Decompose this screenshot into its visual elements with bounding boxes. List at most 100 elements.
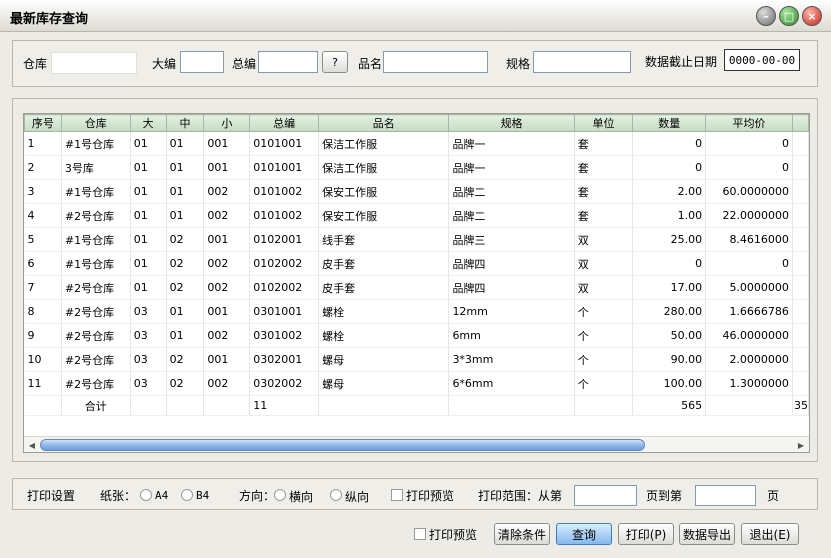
arrow-left-icon[interactable]: ◀ (26, 439, 38, 451)
table-row[interactable]: 9 #2号仓库 03 01 002 0301002 螺栓 6mm 个 50.00 46.000000… (24, 323, 809, 348)
name-label: 品名 (358, 57, 383, 71)
table-cell: 0 (705, 155, 793, 180)
table-cell: 双 (574, 251, 634, 276)
major-code-input[interactable] (180, 51, 224, 73)
table-cell: 0301001 (249, 299, 320, 324)
table-cell: 01 (130, 203, 167, 228)
table-cell-extra (792, 323, 809, 348)
col-header-name[interactable]: 品名 (318, 114, 450, 132)
table-cell: 03 (130, 371, 167, 396)
table-cell: 02 (166, 251, 205, 276)
table-cell: 11 (24, 371, 62, 396)
table-row[interactable]: 4 #2号仓库 01 01 002 0101002 保安工作服 品牌二套 1.00 22.0000… (24, 203, 809, 228)
table-cell: 001 (203, 299, 251, 324)
table-cell: 1 (24, 131, 62, 156)
paper-label: 纸张： (100, 489, 137, 503)
col-header-unit[interactable]: 单位 (573, 114, 634, 132)
table-cell-extra (792, 227, 809, 252)
table-cell: 2.0000000 (705, 347, 793, 372)
code-input[interactable] (258, 51, 318, 73)
total-cell-empty (130, 395, 167, 416)
col-header-avg-price[interactable]: 平均价 (705, 114, 793, 132)
table-cell: 60.0000000 (705, 179, 793, 204)
table-cell: 01 (130, 251, 167, 276)
table-cell: 螺栓 (318, 299, 450, 324)
table-row[interactable]: 10 #2号仓库 03 02 001 0302001 螺母 3*3mm 个 90.00 2.0000… (24, 347, 809, 372)
paper-b4-radio[interactable] (181, 489, 193, 501)
col-header-quantity[interactable]: 数量 (632, 114, 707, 132)
table-row[interactable]: 1 #1号仓库 01 01 001 0101001 保洁工作服 品牌一套 0 0 (24, 131, 809, 156)
portrait-radio[interactable] (330, 489, 342, 501)
code-lookup-button[interactable]: ? (322, 51, 348, 73)
warehouse-input[interactable] (51, 52, 137, 74)
table-cell-extra (792, 179, 809, 204)
table-cell-extra (792, 371, 809, 396)
col-header-warehouse[interactable]: 仓库 (60, 114, 131, 132)
total-cell-empty (705, 395, 793, 416)
table-cell: 套 (574, 179, 634, 204)
table-cell: 90.00 (632, 347, 707, 372)
col-header-spec[interactable]: 规格 (448, 114, 575, 132)
name-input[interactable] (383, 51, 488, 73)
table-row[interactable]: 7 #2号仓库 01 02 002 0102002 皮手套 品牌四双 17.00 5.000000… (24, 275, 809, 300)
clear-button[interactable]: 清除条件 (494, 523, 550, 545)
maximize-icon[interactable]: □ (779, 6, 799, 26)
arrow-right-icon[interactable]: ▶ (795, 439, 807, 451)
table-cell: 0 (632, 155, 707, 180)
paper-a4-radio[interactable] (140, 489, 152, 501)
table-row[interactable]: 3 #1号仓库 01 01 002 0101002 保安工作服 品牌二套 2.00 60.0000… (24, 179, 809, 204)
total-cell: 11 (249, 395, 320, 416)
close-icon[interactable]: × (802, 6, 822, 26)
exit-button[interactable]: 退出(E) (741, 523, 799, 545)
range-to-input[interactable] (695, 485, 756, 506)
table-cell-extra (792, 155, 809, 180)
table-cell: 280.00 (632, 299, 707, 324)
table-cell-extra (792, 275, 809, 300)
table-cell: 01 (166, 299, 205, 324)
landscape-radio[interactable] (274, 489, 286, 501)
title-bar: 最新库存查询 – □ × (0, 0, 831, 32)
table-cell: 01 (166, 131, 205, 156)
table-cell: 保安工作服 (318, 179, 450, 204)
table-cell: 品牌一 (448, 131, 575, 156)
export-button[interactable]: 数据导出 (679, 523, 735, 545)
table-cell: 002 (203, 275, 251, 300)
table-row[interactable]: 11 #2号仓库 03 02 002 0302002 螺母 6*6mm 个 100.00 1.300… (24, 371, 809, 396)
table-cell: 25.00 (632, 227, 707, 252)
horizontal-scrollbar[interactable]: ◀ ▶ (24, 436, 809, 452)
table-cell-extra (792, 347, 809, 372)
print-button[interactable]: 打印(P) (618, 523, 674, 545)
date-input[interactable]: 0000-00-00 (724, 49, 800, 71)
query-button[interactable]: 查询 (556, 523, 612, 545)
col-header-index[interactable]: 序号 (24, 114, 62, 132)
table-cell-extra (792, 131, 809, 156)
table-cell: 2 (24, 155, 62, 180)
table-row[interactable]: 2 3号库 01 01 001 0101001 保洁工作服 品牌一套 0 0 (24, 155, 809, 180)
table-row[interactable]: 5 #1号仓库 01 02 001 0102001 线手套 品牌三双 25.00 8.461600… (24, 227, 809, 252)
print-preview-checkbox[interactable] (391, 489, 403, 501)
col-header-code[interactable]: 总编 (249, 114, 320, 132)
table-cell: 01 (130, 227, 167, 252)
action-preview-checkbox[interactable] (414, 528, 426, 540)
results-panel: 序号 仓库 大 中 小 总编 品名 规格 单位 数量 平均价 1 #1号仓库 01 0… (12, 98, 818, 462)
code-label: 总编 (232, 57, 257, 71)
portrait-label: 纵向 (345, 490, 370, 504)
table-cell: 002 (203, 323, 251, 348)
minimize-icon[interactable]: – (756, 6, 776, 26)
table-cell: 9 (24, 323, 62, 348)
inventory-table: 序号 仓库 大 中 小 总编 品名 规格 单位 数量 平均价 1 #1号仓库 01 0… (23, 113, 810, 453)
col-header-middle[interactable]: 中 (165, 114, 205, 132)
table-cell: #2号仓库 (61, 347, 131, 372)
table-row[interactable]: 6 #1号仓库 01 02 002 0102002 皮手套 品牌四双 0 0 (24, 251, 809, 276)
col-header-minor[interactable]: 小 (203, 114, 251, 132)
scrollbar-thumb[interactable] (40, 439, 645, 451)
filter-panel: 仓库 大编 总编 ? 品名 规格 数据截止日期 0000-00-00 (12, 40, 818, 87)
table-cell: #2号仓库 (61, 299, 131, 324)
range-from-input[interactable] (574, 485, 637, 506)
col-header-major[interactable]: 大 (129, 114, 167, 132)
table-cell: 螺母 (318, 347, 450, 372)
spec-input[interactable] (533, 51, 631, 73)
table-row[interactable]: 8 #2号仓库 03 01 001 0301001 螺栓 12mm 个 280.00 1.66667… (24, 299, 809, 324)
table-cell: 03 (130, 323, 167, 348)
table-cell: 100.00 (632, 371, 707, 396)
